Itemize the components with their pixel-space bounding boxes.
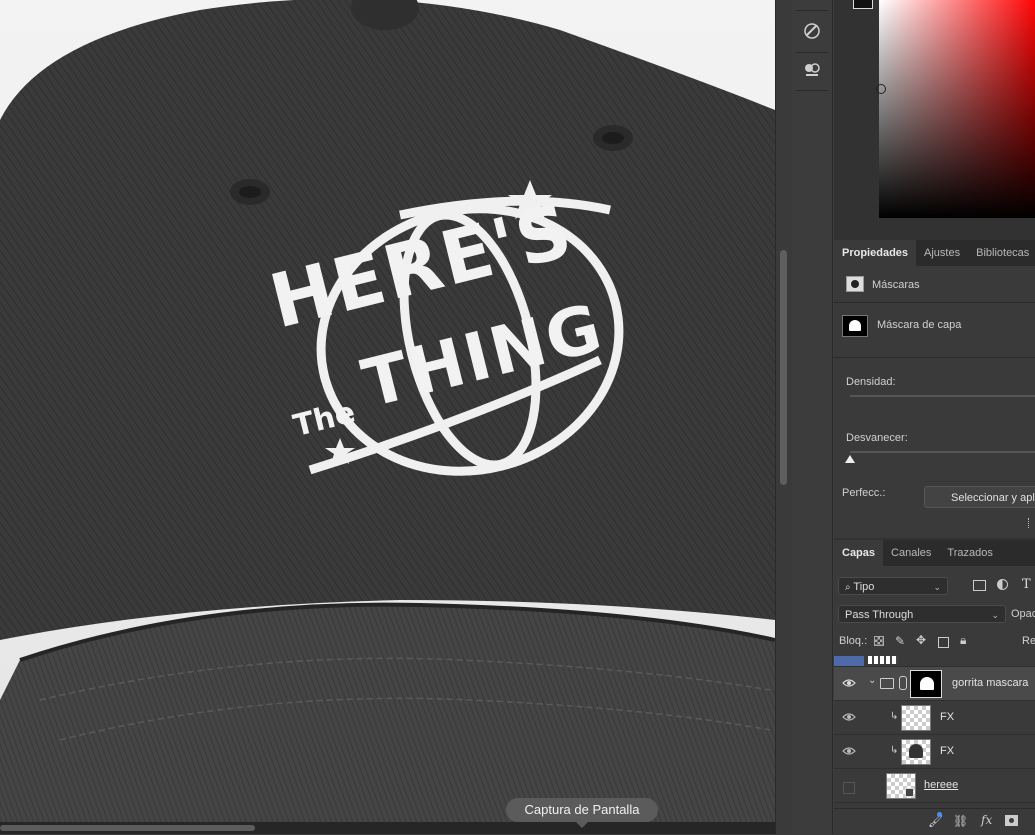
lock-transparency-icon[interactable]: [874, 636, 884, 646]
chevron-down-icon[interactable]: ⌄: [868, 675, 876, 686]
smart-object-icon: [905, 788, 914, 797]
layer-mask-thumbnail: [842, 315, 868, 337]
link-icon[interactable]: [899, 676, 907, 690]
tab-properties[interactable]: Propiedades: [834, 240, 917, 266]
clipping-arrow-icon: ↳: [890, 711, 899, 722]
panel-icon-strip: [792, 0, 833, 834]
filter-kind-value: Tipo: [853, 581, 875, 593]
filter-adjustment-icon[interactable]: [997, 579, 1008, 590]
fill-label: Re: [1022, 635, 1035, 647]
layer-name[interactable]: FX: [940, 745, 954, 757]
density-slider[interactable]: [850, 395, 1035, 397]
layer-thumbnail: [901, 739, 931, 765]
chevron-down-icon: ⌄: [933, 582, 941, 592]
vertical-scrollbar[interactable]: [775, 0, 792, 834]
blend-mode-dropdown[interactable]: Pass Through ⌄: [838, 605, 1006, 623]
layer-row[interactable]: ⌄ gorrita mascara: [834, 667, 1035, 701]
layer-row[interactable]: ↳ FX: [834, 701, 1035, 735]
filter-image-icon[interactable]: [973, 580, 986, 591]
layers-tabbar: Capas Canales Trazados: [834, 540, 1035, 566]
scrollbar-thumb[interactable]: [780, 250, 787, 485]
lock-label: Bloq.:: [839, 635, 868, 647]
folder-icon: [880, 678, 894, 689]
notification-dot: [937, 812, 942, 817]
scrollbar-thumb[interactable]: [0, 825, 255, 831]
more-options-icon[interactable]: [1028, 518, 1035, 528]
layer-filter-dropdown[interactable]: ⌕ Tipo ⌄: [838, 577, 948, 595]
layer-row-partial[interactable]: [834, 656, 1035, 667]
clipping-arrow-icon: ↳: [890, 745, 899, 756]
tab-layers[interactable]: Capas: [834, 540, 884, 566]
properties-tabbar: Propiedades Ajustes Bibliotecas: [834, 240, 1035, 266]
tab-channels[interactable]: Canales: [883, 540, 939, 566]
color-picker-panel: [834, 0, 1035, 234]
layers-bottom-bar: 🖌︎ ⛓︎ fx: [834, 808, 1035, 835]
feather-label: Desvanecer:: [846, 432, 908, 444]
layer-row[interactable]: hereee: [834, 769, 1035, 803]
chevron-down-icon: ⌄: [991, 610, 999, 620]
right-panels: Propiedades Ajustes Bibliotecas Máscaras…: [834, 0, 1035, 835]
foreground-color-swatch[interactable]: [853, 0, 873, 9]
layer-mask-label: Máscara de capa: [877, 319, 962, 331]
density-label: Densidad:: [846, 376, 896, 388]
lock-position-icon[interactable]: ✥: [916, 633, 926, 647]
select-and-mask-button[interactable]: Seleccionar y aplicar: [924, 486, 1035, 508]
group-mask-thumbnail: [910, 670, 942, 698]
feather-slider-knob[interactable]: [845, 455, 855, 463]
opacity-label: Opac: [1011, 608, 1035, 620]
tab-paths[interactable]: Trazados: [939, 540, 1000, 566]
horizontal-scrollbar[interactable]: [0, 822, 775, 834]
add-mask-icon[interactable]: [1005, 815, 1018, 826]
color-picker-ring[interactable]: [876, 84, 886, 94]
document-canvas[interactable]: HERE'S The THING: [0, 0, 775, 822]
link-layers-icon[interactable]: ⛓︎: [953, 814, 968, 828]
tab-adjustments[interactable]: Ajustes: [916, 240, 968, 266]
layer-thumbnail: [886, 773, 916, 799]
refine-label: Perfecc.:: [842, 487, 886, 499]
layers-panel: ⌕ Tipo ⌄ T Pass Through ⌄ Opac Bloq.: ✎ ✥ …: [834, 566, 1035, 835]
color-field[interactable]: [879, 0, 1035, 218]
feather-slider[interactable]: [850, 451, 1035, 453]
layer-mask-row[interactable]: Máscara de capa: [834, 303, 1035, 358]
properties-panel: Máscaras Máscara de capa Densidad: Desva…: [834, 266, 1035, 538]
masks-row: Máscaras: [834, 266, 1035, 303]
layer-name[interactable]: FX: [940, 711, 954, 723]
layer-thumbnail: [901, 705, 931, 731]
visibility-toggle-empty[interactable]: [843, 782, 855, 794]
eye-icon[interactable]: [842, 746, 856, 756]
filter-type-icon[interactable]: T: [1022, 577, 1031, 592]
blend-mode-value: Pass Through: [845, 609, 914, 621]
layer-name[interactable]: gorrita mascara: [952, 677, 1028, 689]
lock-pixels-icon[interactable]: ✎: [895, 634, 905, 648]
layer-row[interactable]: ↳ FX: [834, 735, 1035, 769]
layer-name[interactable]: hereee: [924, 779, 958, 791]
eye-icon[interactable]: [842, 712, 856, 722]
screenshot-tooltip: Captura de Pantalla: [506, 798, 658, 828]
clone-source-icon[interactable]: [799, 58, 825, 84]
fx-icon[interactable]: fx: [981, 813, 992, 827]
lock-all-icon[interactable]: 🔒︎: [960, 633, 966, 648]
masks-label: Máscaras: [872, 279, 920, 291]
eye-icon[interactable]: [842, 678, 856, 688]
brush-settings-icon[interactable]: [799, 18, 825, 44]
lock-artboard-icon[interactable]: [938, 637, 949, 648]
tab-libraries[interactable]: Bibliotecas: [968, 240, 1035, 266]
masks-icon: [846, 276, 864, 292]
